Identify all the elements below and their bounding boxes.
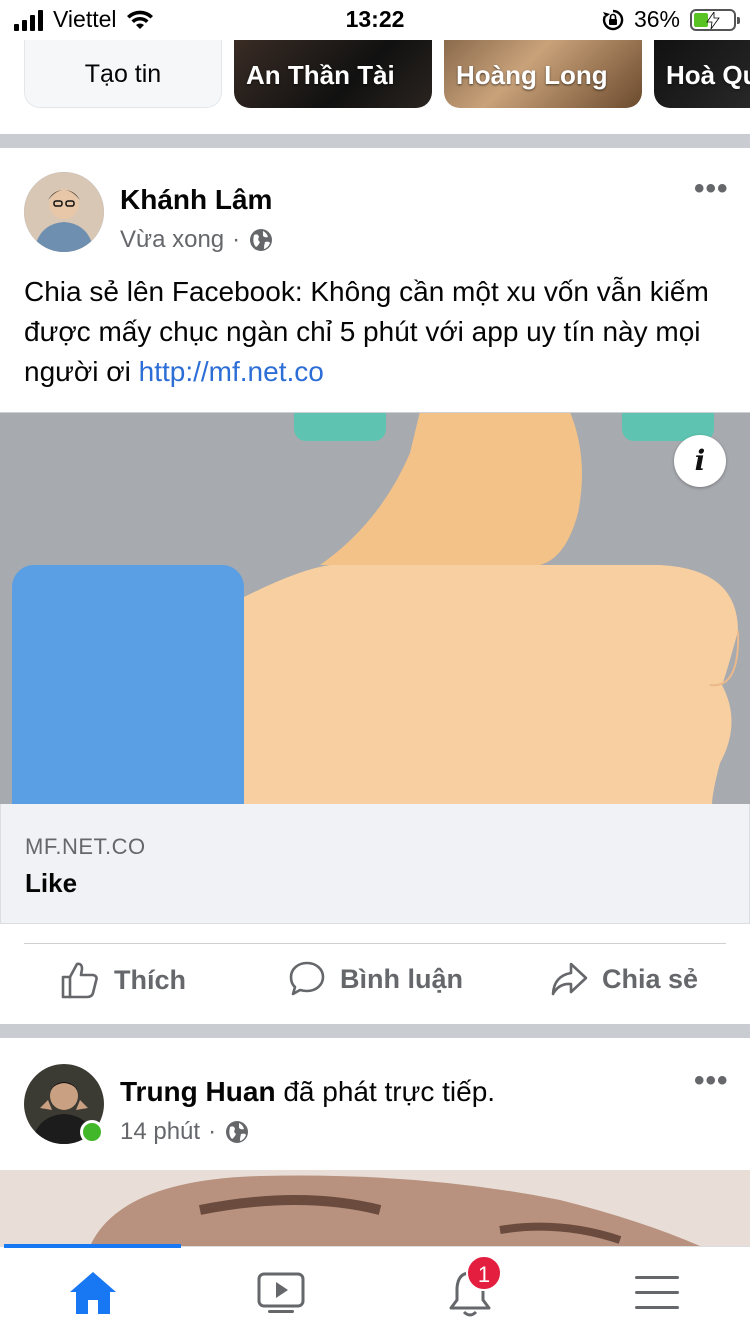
post-meta: 14 phút · [120, 1118, 250, 1146]
post-author[interactable]: Khánh Lâm [120, 184, 272, 216]
comment-button[interactable]: Bình luận [288, 960, 463, 998]
battery-percentage: 36% [633, 6, 680, 32]
story-card[interactable]: An Thần Tài [234, 40, 432, 108]
active-tab-indicator [4, 1244, 181, 1248]
home-icon [70, 1272, 116, 1314]
action-divider [24, 943, 726, 944]
story-card[interactable]: Hoàng Long [444, 40, 642, 108]
thumbs-up-illustration [0, 413, 750, 804]
nav-home[interactable] [63, 1265, 123, 1321]
feed-separator [0, 1024, 750, 1038]
post-time[interactable]: 14 phút [120, 1118, 200, 1146]
post-action-text: đã phát trực tiếp. [275, 1076, 496, 1107]
globe-icon [250, 229, 273, 251]
live-video-preview[interactable] [0, 1170, 750, 1246]
notification-badge: 1 [466, 1255, 502, 1291]
link-title: Like [25, 868, 78, 898]
nav-notifications[interactable]: 1 [440, 1255, 502, 1321]
post-link[interactable]: http://mf.net.co [139, 356, 324, 387]
create-story-card[interactable]: Tạo tin [24, 40, 222, 108]
post-text: Chia sẻ lên Facebook: Không cần một xu v… [24, 272, 734, 392]
avatar[interactable] [24, 172, 104, 252]
status-right: 36% [602, 6, 740, 33]
post-author[interactable]: Trung Huan [120, 1076, 276, 1107]
share-label: Chia sẻ [602, 963, 699, 994]
meta-separator: · [208, 1118, 217, 1145]
globe-icon [226, 1121, 249, 1143]
post-actions: Thích Bình luận Chia sẻ [0, 960, 750, 1016]
meta-separator: · [232, 226, 241, 253]
watch-icon [257, 1272, 305, 1313]
rotation-lock-icon [602, 9, 624, 30]
post-body: Chia sẻ lên Facebook: Không cần một xu v… [24, 276, 709, 387]
story-name: Hoà Qu [666, 60, 750, 90]
nav-watch[interactable] [251, 1265, 311, 1321]
more-options-icon[interactable]: ••• [694, 1064, 729, 1098]
online-status-indicator [80, 1120, 104, 1144]
menu-icon [635, 1276, 679, 1309]
stories-tray: Tạo tin An Thần Tài Hoàng Long Hoà Qu [0, 40, 750, 122]
link-preview-image[interactable]: i [0, 412, 750, 804]
story-name: An Thần Tài [246, 60, 395, 90]
like-button[interactable]: Thích [60, 960, 186, 1000]
link-preview-caption[interactable]: MF.NET.CO Like [0, 804, 750, 924]
more-options-icon[interactable]: ••• [694, 172, 729, 206]
share-icon [551, 962, 588, 996]
share-button[interactable]: Chia sẻ [550, 960, 698, 998]
bottom-navigation: 1 [0, 1244, 750, 1334]
thumbs-up-icon [61, 962, 98, 999]
like-label: Thích [114, 964, 186, 995]
feed-separator [0, 134, 750, 148]
story-name: Hoàng Long [456, 60, 608, 90]
post-header-line: Trung Huan đã phát trực tiếp. [120, 1076, 495, 1108]
create-story-label: Tạo tin [84, 60, 162, 88]
story-card[interactable]: Hoà Qu [654, 40, 750, 108]
post-meta: Vừa xong · [120, 226, 274, 254]
link-domain: MF.NET.CO [25, 834, 146, 859]
post-time[interactable]: Vừa xong [120, 226, 224, 254]
battery-charging-icon [690, 8, 740, 31]
nav-menu[interactable] [627, 1265, 687, 1321]
comment-label: Bình luận [340, 963, 463, 994]
info-icon[interactable]: i [674, 435, 726, 487]
comment-icon [289, 961, 325, 996]
status-bar: Viettel 13:22 36% [0, 0, 750, 40]
